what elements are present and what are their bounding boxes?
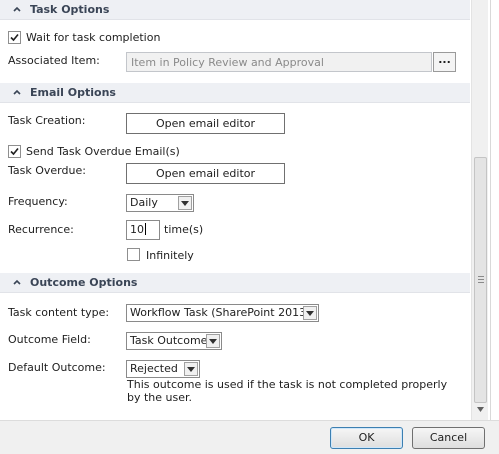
task-overdue-label: Task Overdue:	[8, 164, 86, 177]
task-content-type-label: Task content type:	[8, 306, 110, 319]
dropdown-arrow-icon[interactable]	[184, 362, 198, 376]
dialog-footer: OK Cancel	[0, 420, 499, 454]
task-overdue-email-editor-button[interactable]: Open email editor	[126, 163, 285, 184]
window-edge	[490, 0, 499, 420]
send-overdue-email-checkbox[interactable]	[8, 145, 21, 158]
default-outcome-label: Default Outcome:	[8, 361, 106, 374]
section-header-email-options[interactable]: Email Options	[0, 83, 470, 103]
section-title: Outcome Options	[30, 276, 138, 289]
task-content-type-value: Workflow Task (SharePoint 2013)	[130, 306, 311, 319]
outcome-field-label: Outcome Field:	[8, 333, 91, 346]
recurrence-unit: time(s)	[164, 223, 204, 236]
default-outcome-value: Rejected	[130, 362, 178, 375]
chevron-up-icon[interactable]	[12, 4, 22, 14]
infinitely-label[interactable]: Infinitely	[146, 249, 194, 262]
task-content-type-dropdown[interactable]: Workflow Task (SharePoint 2013)	[126, 304, 319, 322]
recurrence-label: Recurrence:	[8, 223, 74, 236]
section-header-task-options[interactable]: Task Options	[0, 0, 470, 20]
wait-for-completion-checkbox[interactable]	[8, 31, 21, 44]
text-caret	[145, 223, 146, 235]
task-creation-label: Task Creation:	[8, 114, 86, 127]
checkmark-icon	[10, 33, 19, 42]
task-creation-email-editor-button[interactable]: Open email editor	[126, 113, 285, 134]
frequency-dropdown[interactable]: Daily	[126, 194, 194, 212]
recurrence-value: 10	[130, 223, 144, 236]
frequency-label: Frequency:	[8, 195, 68, 208]
default-outcome-note: This outcome is used if the task is not …	[127, 378, 448, 404]
dropdown-arrow-icon[interactable]	[303, 306, 317, 320]
section-title: Task Options	[30, 3, 110, 16]
default-outcome-dropdown[interactable]: Rejected	[126, 360, 200, 378]
cancel-button[interactable]: Cancel	[412, 427, 485, 449]
checkmark-icon	[10, 147, 19, 156]
dropdown-arrow-icon[interactable]	[178, 196, 192, 210]
scroll-down-arrow-icon[interactable]	[476, 405, 485, 414]
dropdown-arrow-icon[interactable]	[206, 334, 220, 348]
infinitely-checkbox[interactable]	[127, 248, 140, 261]
wait-for-completion-label[interactable]: Wait for task completion	[26, 31, 160, 44]
vertical-scrollbar[interactable]	[471, 0, 488, 420]
section-title: Email Options	[30, 86, 116, 99]
grip-icon	[478, 276, 484, 284]
recurrence-input[interactable]: 10	[126, 220, 160, 240]
section-header-outcome-options[interactable]: Outcome Options	[0, 273, 470, 293]
outcome-field-value: Task Outcome	[130, 334, 208, 347]
ok-button[interactable]: OK	[330, 427, 403, 449]
frequency-value: Daily	[130, 196, 158, 209]
scrollbar-thumb[interactable]	[474, 157, 487, 403]
send-overdue-email-label[interactable]: Send Task Overdue Email(s)	[26, 145, 180, 158]
chevron-up-icon[interactable]	[12, 277, 22, 287]
options-panel: Task Options Wait for task completion As…	[0, 0, 470, 420]
associated-item-field: Item in Policy Review and Approval	[126, 52, 432, 72]
associated-item-browse-button[interactable]: ...	[433, 52, 456, 72]
associated-item-label: Associated Item:	[8, 54, 100, 67]
outcome-field-dropdown[interactable]: Task Outcome	[126, 332, 222, 350]
chevron-up-icon[interactable]	[12, 87, 22, 97]
